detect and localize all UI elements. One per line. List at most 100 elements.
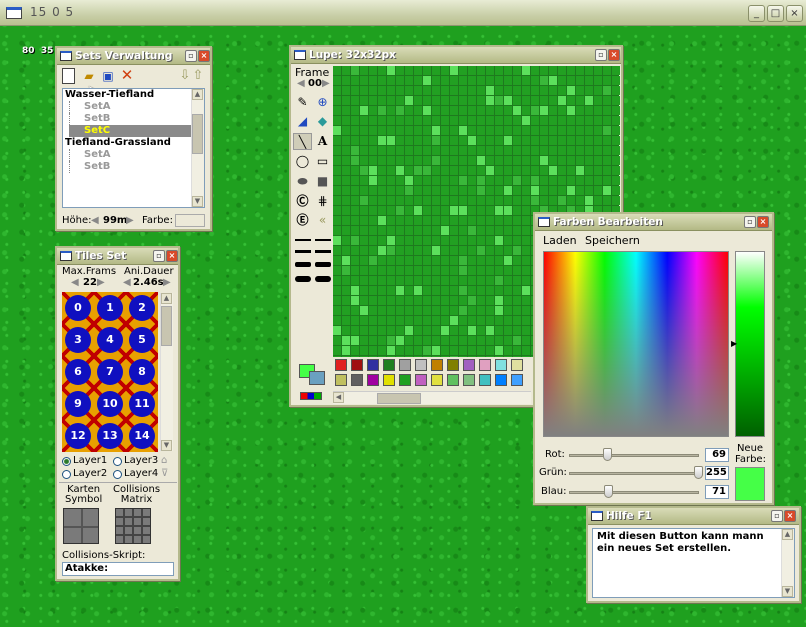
pixel-cell[interactable] (513, 76, 521, 85)
pixel-cell[interactable] (342, 156, 350, 165)
pixel-cell[interactable] (459, 306, 467, 315)
pixel-cell[interactable] (459, 266, 467, 275)
pixel-cell[interactable] (486, 246, 494, 255)
pixel-cell[interactable] (531, 186, 539, 195)
tile-cell[interactable]: 10 (94, 388, 126, 420)
pixel-cell[interactable] (477, 116, 485, 125)
tile-cell[interactable]: 12 (62, 420, 94, 452)
pixel-cell[interactable] (504, 106, 512, 115)
pixel-cell[interactable] (477, 256, 485, 265)
pixel-cell[interactable] (468, 256, 476, 265)
pixel-cell[interactable] (450, 136, 458, 145)
pixel-cell[interactable] (351, 236, 359, 245)
pixel-cell[interactable] (612, 136, 620, 145)
gruen-slider-thumb[interactable] (694, 466, 703, 479)
pixel-cell[interactable] (477, 316, 485, 325)
pixel-cell[interactable] (432, 296, 440, 305)
pixel-cell[interactable] (486, 86, 494, 95)
pixel-cell[interactable] (423, 286, 431, 295)
pixel-cell[interactable] (396, 306, 404, 315)
pixel-cell[interactable] (369, 186, 377, 195)
pixel-cell[interactable] (378, 126, 386, 135)
pixel-cell[interactable] (477, 296, 485, 305)
blau-value-input[interactable]: 71 (705, 485, 729, 499)
pixel-cell[interactable] (468, 76, 476, 85)
pixel-cell[interactable] (477, 206, 485, 215)
pixel-cell[interactable] (351, 216, 359, 225)
pixel-cell[interactable] (432, 116, 440, 125)
pixel-cell[interactable] (477, 326, 485, 335)
pixel-cell[interactable] (414, 306, 422, 315)
pixel-cell[interactable] (468, 326, 476, 335)
pixel-cell[interactable] (612, 196, 620, 205)
pixel-cell[interactable] (459, 136, 467, 145)
pixel-cell[interactable] (594, 116, 602, 125)
pixel-cell[interactable] (351, 206, 359, 215)
pixel-cell[interactable] (531, 126, 539, 135)
pixel-cell[interactable] (414, 336, 422, 345)
pixel-cell[interactable] (360, 146, 368, 155)
pixel-cell[interactable] (387, 226, 395, 235)
pixel-cell[interactable] (486, 256, 494, 265)
pixel-cell[interactable] (342, 256, 350, 265)
pixel-cell[interactable] (423, 176, 431, 185)
pixel-cell[interactable] (369, 286, 377, 295)
pixel-cell[interactable] (441, 286, 449, 295)
pixel-cell[interactable] (468, 246, 476, 255)
pixel-cell[interactable] (333, 116, 341, 125)
brightness-pointer-icon[interactable]: ▶ (731, 339, 737, 348)
pixel-cell[interactable] (405, 256, 413, 265)
pixel-cell[interactable] (342, 326, 350, 335)
pixel-cell[interactable] (333, 296, 341, 305)
pixel-cell[interactable] (603, 76, 611, 85)
pixel-cell[interactable] (495, 106, 503, 115)
secondary-color-swatch[interactable] (309, 371, 325, 385)
pixel-cell[interactable] (513, 306, 521, 315)
pixel-cell[interactable] (549, 146, 557, 155)
tile-cell[interactable]: 7 (94, 356, 126, 388)
blau-track[interactable] (569, 491, 699, 494)
pixel-cell[interactable] (504, 196, 512, 205)
pixel-cell[interactable] (522, 346, 530, 355)
pixel-cell[interactable] (351, 66, 359, 75)
palette-swatch[interactable] (399, 374, 411, 386)
pixel-cell[interactable] (396, 176, 404, 185)
pixel-cell[interactable] (405, 146, 413, 155)
line-icon[interactable]: ╲ (293, 133, 312, 150)
tile-cell[interactable]: 2 (126, 292, 158, 324)
pixel-cell[interactable] (522, 326, 530, 335)
pixel-cell[interactable] (432, 86, 440, 95)
pixel-cell[interactable] (513, 276, 521, 285)
pixel-cell[interactable] (387, 306, 395, 315)
pixel-cell[interactable] (450, 146, 458, 155)
pixel-cell[interactable] (360, 136, 368, 145)
pixel-cell[interactable] (477, 66, 485, 75)
pixel-cell[interactable] (432, 106, 440, 115)
pixel-cell[interactable] (432, 216, 440, 225)
pixel-cell[interactable] (441, 156, 449, 165)
pixel-cell[interactable] (495, 76, 503, 85)
farbe-swatch[interactable] (175, 214, 205, 227)
pixel-cell[interactable] (369, 196, 377, 205)
line-width-1[interactable] (295, 239, 311, 241)
hscroll-thumb[interactable] (377, 393, 421, 404)
pixel-cell[interactable] (531, 176, 539, 185)
pixel-cell[interactable] (396, 326, 404, 335)
pixel-cell[interactable] (504, 116, 512, 125)
pixel-cell[interactable] (351, 196, 359, 205)
pixel-cell[interactable] (477, 166, 485, 175)
pixel-cell[interactable] (459, 166, 467, 175)
pixel-cell[interactable] (450, 276, 458, 285)
pixel-cell[interactable] (522, 336, 530, 345)
pixel-cell[interactable] (342, 316, 350, 325)
pixel-cell[interactable] (531, 86, 539, 95)
ellipse-icon[interactable]: ◯ (293, 153, 312, 170)
pixel-cell[interactable] (504, 296, 512, 305)
pixel-cell[interactable] (450, 156, 458, 165)
pixel-cell[interactable] (540, 156, 548, 165)
pixel-cell[interactable] (486, 216, 494, 225)
pixel-cell[interactable] (585, 66, 593, 75)
pixel-cell[interactable] (405, 186, 413, 195)
pixel-cell[interactable] (594, 106, 602, 115)
pixel-cell[interactable] (603, 66, 611, 75)
